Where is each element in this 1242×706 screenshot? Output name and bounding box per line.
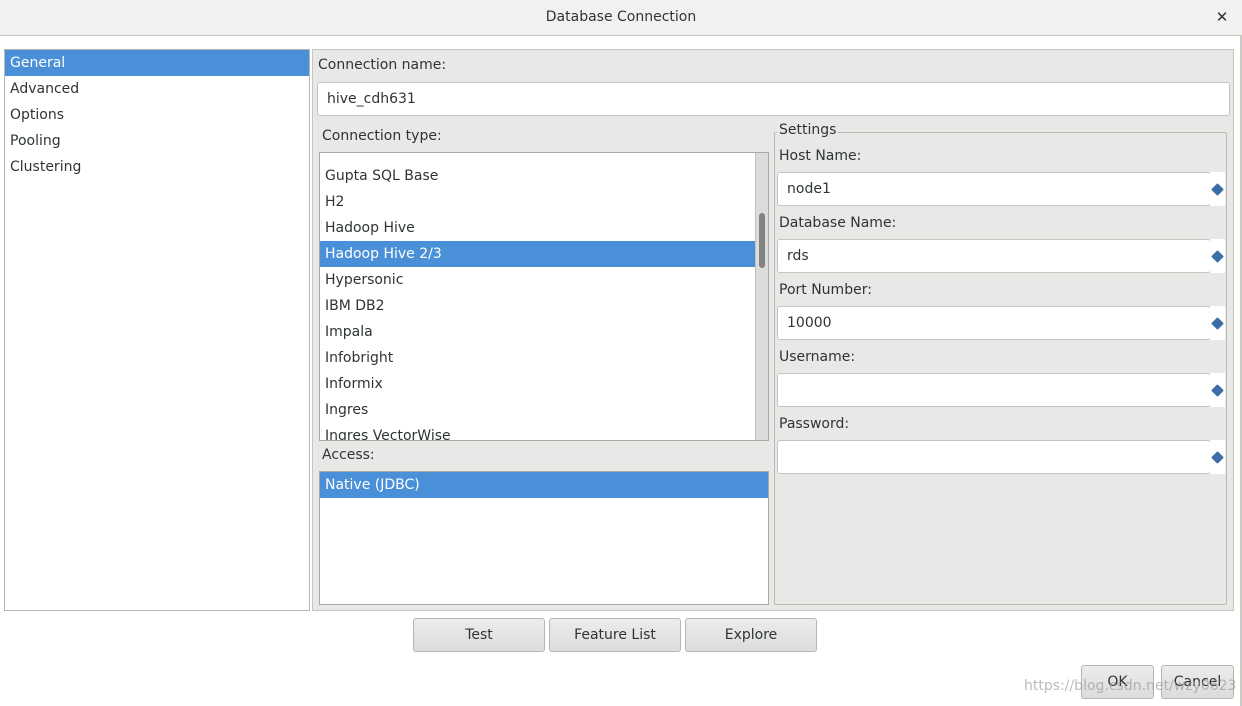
nav-item-pooling[interactable]: Pooling xyxy=(5,128,309,154)
nav-item-advanced[interactable]: Advanced xyxy=(5,76,309,102)
list-item-selected[interactable]: Hadoop Hive 2/3 xyxy=(320,241,768,267)
list-item[interactable]: Hadoop Hive xyxy=(320,215,768,241)
variable-icon[interactable] xyxy=(1210,440,1225,474)
section-nav-list: General Advanced Options Pooling Cluster… xyxy=(4,49,310,611)
list-item[interactable]: Ingres VectorWise xyxy=(320,423,768,440)
list-item[interactable]: Informix xyxy=(320,371,768,397)
list-item[interactable]: IBM DB2 xyxy=(320,293,768,319)
close-icon[interactable]: ✕ xyxy=(1210,6,1234,30)
password-input[interactable] xyxy=(777,440,1211,474)
username-input[interactable] xyxy=(777,373,1211,407)
watermark: https://blog.csdn.net/wzy0623 xyxy=(1024,678,1237,694)
nav-item-clustering[interactable]: Clustering xyxy=(5,154,309,180)
title-bar: Database Connection ✕ xyxy=(0,0,1242,36)
database-name-input[interactable]: rds xyxy=(777,239,1211,273)
connection-type-list[interactable]: Gupta SQL Base H2 Hadoop Hive Hadoop Hiv… xyxy=(319,152,769,441)
window-title: Database Connection xyxy=(545,9,697,25)
password-label: Password: xyxy=(779,416,850,432)
nav-item-general[interactable]: General xyxy=(5,50,309,76)
host-name-label: Host Name: xyxy=(779,148,862,164)
access-label: Access: xyxy=(322,447,375,463)
variable-icon[interactable] xyxy=(1210,373,1225,407)
list-item[interactable]: Ingres xyxy=(320,397,768,423)
username-label: Username: xyxy=(779,349,856,365)
port-number-input[interactable]: 10000 xyxy=(777,306,1211,340)
variable-icon[interactable] xyxy=(1210,239,1225,273)
access-list[interactable]: Native (JDBC) xyxy=(319,471,769,605)
list-item[interactable]: Impala xyxy=(320,319,768,345)
variable-icon[interactable] xyxy=(1210,172,1225,206)
feature-list-button[interactable]: Feature List xyxy=(549,618,681,652)
connection-type-label: Connection type: xyxy=(322,128,442,144)
list-item[interactable]: Infobright xyxy=(320,345,768,371)
scroll-thumb[interactable] xyxy=(759,213,765,268)
general-panel: Connection name: hive_cdh631 Connection … xyxy=(312,49,1234,611)
connection-name-input[interactable]: hive_cdh631 xyxy=(317,82,1230,116)
list-item[interactable]: H2 xyxy=(320,189,768,215)
list-item[interactable]: Hypersonic xyxy=(320,267,768,293)
settings-legend: Settings xyxy=(777,122,839,138)
connection-name-label: Connection name: xyxy=(318,57,447,73)
list-item-partial xyxy=(320,153,768,163)
access-item-selected[interactable]: Native (JDBC) xyxy=(320,472,768,498)
nav-item-options[interactable]: Options xyxy=(5,102,309,128)
connection-type-scrollbar[interactable] xyxy=(755,153,768,440)
variable-icon[interactable] xyxy=(1210,306,1225,340)
database-name-label: Database Name: xyxy=(779,215,897,231)
explore-button[interactable]: Explore xyxy=(685,618,817,652)
port-number-label: Port Number: xyxy=(779,282,872,298)
list-item[interactable]: Gupta SQL Base xyxy=(320,163,768,189)
host-name-input[interactable]: node1 xyxy=(777,172,1211,206)
test-button[interactable]: Test xyxy=(413,618,545,652)
